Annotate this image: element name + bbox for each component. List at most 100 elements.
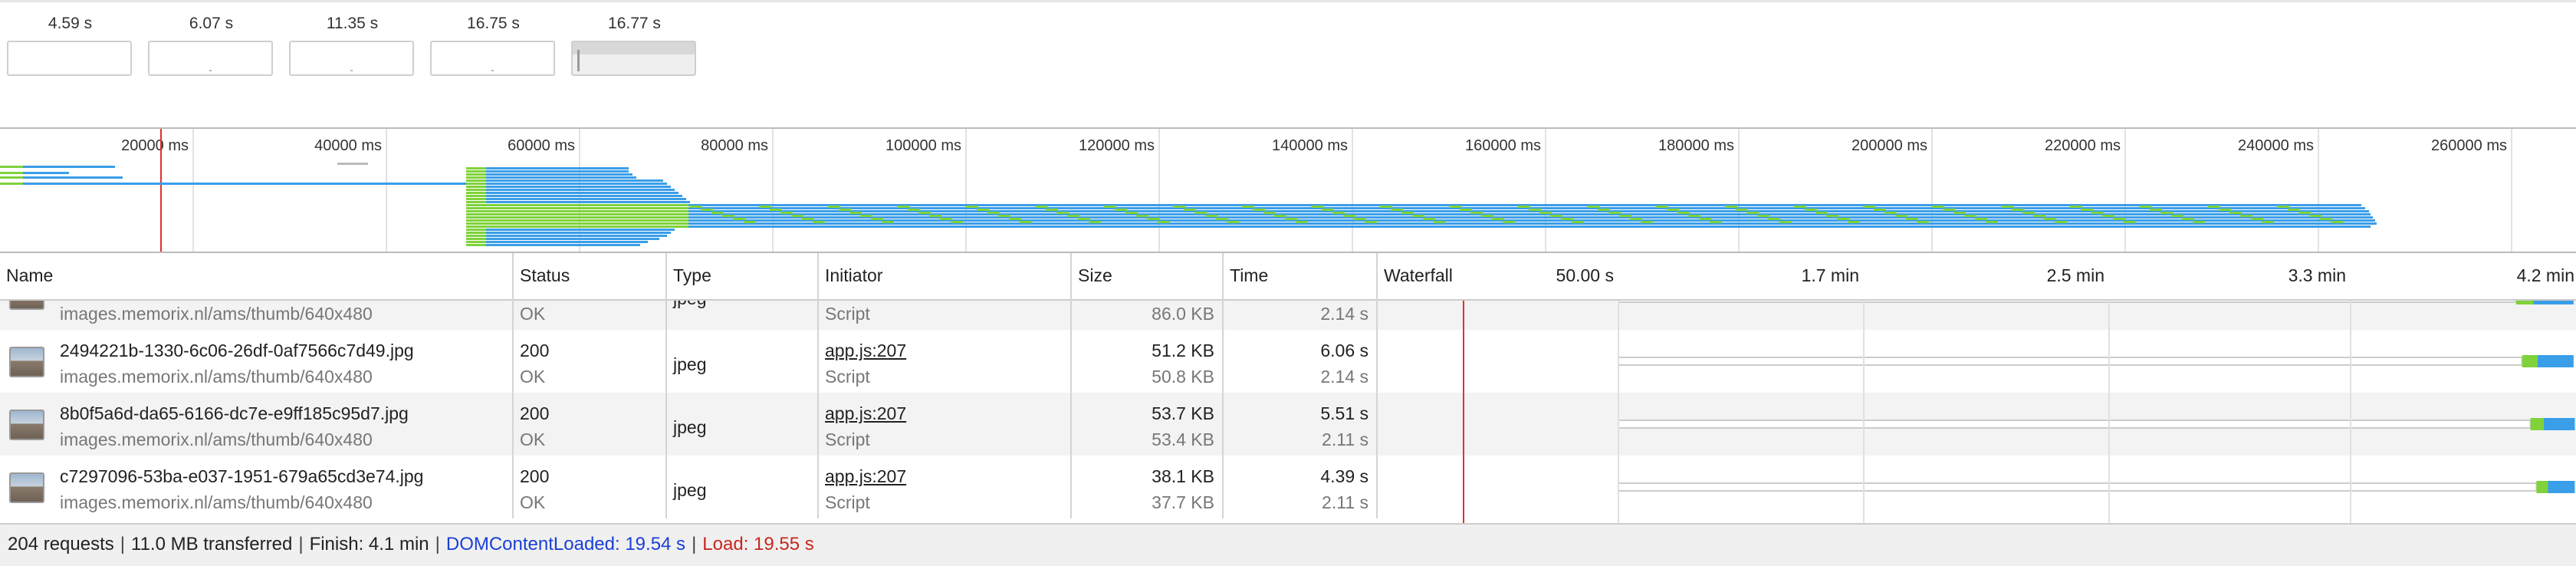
overview-request-wait (1874, 209, 1886, 211)
overview-request-wait (744, 221, 756, 223)
waterfall-bar-lane[interactable] (1378, 456, 2576, 518)
waterfall-wait-segment (2536, 481, 2548, 493)
overview-request-wait (1263, 212, 1276, 214)
overview-request-wait (839, 209, 851, 211)
column-header-size[interactable]: Size (1072, 253, 1224, 301)
column-header-time[interactable]: Time (1224, 253, 1378, 301)
image-thumbnail (9, 472, 44, 503)
overview-request-wait (1354, 218, 1366, 220)
waterfall-bar-lane[interactable] (1378, 330, 2576, 393)
initiator-link[interactable]: app.js:207 (825, 466, 906, 487)
overview-request-wait (2320, 218, 2332, 220)
type-cell: jpeg (667, 330, 819, 393)
frame-thumbnail[interactable] (148, 41, 273, 76)
overview-request-wait (951, 221, 963, 223)
status-cell: 200 OK (514, 456, 667, 518)
overview-request-wait (918, 212, 931, 214)
type-text: jpeg (673, 301, 706, 309)
overview-request-wait (1412, 215, 1424, 217)
overview-tick-label: 20000 ms (121, 137, 189, 154)
overview-request-wait (722, 215, 734, 217)
overview-request-wait (1964, 215, 1976, 217)
overview-request-wait (2012, 209, 2024, 211)
filmstrip-frame[interactable]: 16.77 s (571, 2, 698, 76)
overview-request-wait (1656, 206, 1668, 208)
resource-size: 37.7 KB (1152, 492, 1214, 512)
table-row[interactable]: 2494221b-1330-6c06-26df-0af7566c7d49.jpg… (0, 330, 2576, 393)
overview-request-wait (2193, 221, 2205, 223)
frame-thumbnail[interactable] (7, 41, 132, 76)
overview-request-wait (2309, 215, 2321, 217)
overview-request-wait (0, 176, 23, 179)
overview-request-wait (1343, 215, 1355, 217)
column-header-status[interactable]: Status (514, 253, 667, 301)
overview-request-wait (1285, 218, 1297, 220)
frame-thumbnail[interactable] (289, 41, 414, 76)
overview-request-wait (1332, 212, 1345, 214)
image-thumbnail (9, 301, 44, 310)
status-code: 200 (520, 466, 550, 486)
filmstrip-frame[interactable]: 16.75 s (430, 2, 557, 76)
table-row[interactable]: images.memorix.nl/ams/thumb/640x480 OK j… (0, 301, 2576, 330)
overview-request-wait (1906, 218, 1918, 220)
initiator-cell: app.js:207 Script (819, 330, 1072, 393)
overview-request-wait (690, 206, 702, 208)
overview-request-wait (759, 206, 771, 208)
request-name[interactable]: 2494221b-1330-6c06-26df-0af7566c7d49.jpg (60, 341, 414, 361)
request-domain: images.memorix.nl/ams/thumb/640x480 (60, 429, 373, 449)
overview-request-wait (733, 218, 745, 220)
overview-request-receive (486, 176, 636, 179)
overview-request-receive (486, 179, 663, 182)
column-header-type[interactable]: Type (667, 253, 819, 301)
type-text: jpeg (673, 417, 707, 437)
initiator-link[interactable]: app.js:207 (825, 341, 906, 361)
image-thumbnail (9, 347, 44, 377)
overview-request-wait (701, 209, 713, 211)
overview-request-wait (1895, 215, 1907, 217)
frame-thumbnail[interactable] (430, 41, 555, 76)
overview-request-wait (1115, 209, 1127, 211)
resource-size: 53.4 KB (1152, 429, 1214, 449)
overview-request-wait (2240, 215, 2252, 217)
overview-request-wait (1434, 221, 1446, 223)
overview-request-wait (1503, 221, 1515, 223)
filmstrip-frame[interactable]: 6.07 s (148, 2, 274, 76)
overview-request-receive (486, 232, 671, 234)
overview-request-wait (0, 172, 23, 174)
network-overview[interactable]: 20000 ms 40000 ms 60000 ms 80000 ms 100000 m… (0, 127, 2576, 253)
transfer-size: 53.7 KB (1152, 403, 1214, 423)
type-cell: jpeg (667, 456, 819, 518)
network-summary-bar: 204 requests | 11.0 MB transferred | Finish:… (0, 523, 2576, 566)
overview-request-wait (1794, 206, 1806, 208)
filmstrip-frame[interactable]: 11.35 s (289, 2, 416, 76)
waterfall-bar (1618, 355, 2574, 367)
table-row[interactable]: c7297096-53ba-e037-1951-679a65cd3e74.jpg… (0, 456, 2576, 518)
overview-request-wait (1805, 209, 1817, 211)
table-row[interactable]: 8b0f5a6d-da65-6166-dc7e-e9ff185c95d7.jpg… (0, 393, 2576, 456)
request-name[interactable]: 8b0f5a6d-da65-6166-dc7e-e9ff185c95d7.jpg (60, 403, 409, 424)
waterfall-bar-lane[interactable] (1378, 393, 2576, 456)
column-header-name[interactable]: Name (0, 253, 514, 301)
overview-tick-label: 80000 ms (701, 137, 768, 154)
overview-request-wait (2091, 212, 2104, 214)
filmstrip-frame[interactable]: 4.59 s (7, 2, 133, 76)
overview-request-wait (849, 212, 862, 214)
waterfall-bar-lane[interactable] (1378, 301, 2576, 330)
type-text: jpeg (673, 354, 707, 374)
request-name[interactable]: c7297096-53ba-e037-1951-679a65cd3e74.jpg (60, 466, 423, 487)
overview-request-wait (1572, 221, 1584, 223)
overview-timeline: 20000 ms 40000 ms 60000 ms 80000 ms 100000 m… (0, 129, 2512, 252)
overview-request-wait (466, 179, 486, 182)
request-domain: images.memorix.nl/ams/thumb/640x480 (60, 492, 373, 512)
initiator-link[interactable]: app.js:207 (825, 403, 906, 424)
separator: | (692, 534, 697, 554)
overview-request-wait (1943, 209, 1955, 211)
frame-thumbnail[interactable] (571, 41, 696, 76)
overview-request-wait (770, 209, 782, 211)
overview-request-wait (2262, 221, 2274, 223)
overview-request-wait (929, 215, 941, 217)
overview-request-wait (1449, 206, 1461, 208)
waterfall-queue-segment (1618, 301, 2517, 303)
overview-request-wait (466, 204, 688, 206)
column-header-initiator[interactable]: Initiator (819, 253, 1072, 301)
